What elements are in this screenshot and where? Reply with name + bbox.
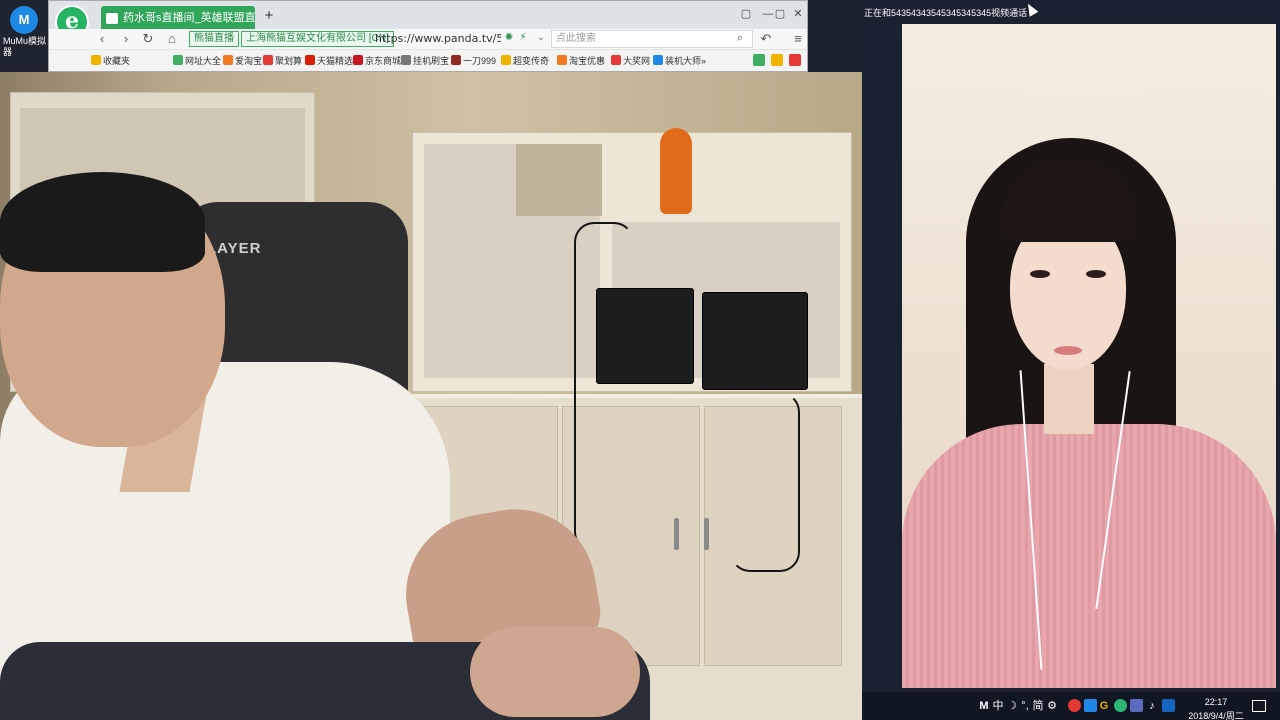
person-neck [1044, 364, 1094, 434]
tray-punct-icon[interactable]: °, [1018, 698, 1032, 714]
video-call-window: 正在和54354343545345345345视频通话 [862, 0, 1280, 692]
bookmark-item[interactable]: 大奖网 [611, 54, 650, 68]
call-title: 正在和54354343545345345345视频通话 [864, 8, 1028, 18]
video-call-feed [902, 24, 1276, 688]
game-icon [401, 55, 411, 65]
certificate-badge[interactable]: 上海熊猫互娱文化有限公司 [CN] [241, 31, 394, 47]
taobao-icon [223, 55, 233, 65]
bookmark-item[interactable]: 装机大师 [653, 54, 701, 68]
cable [574, 222, 634, 552]
apps-icon[interactable] [753, 54, 765, 66]
game-icon [501, 55, 511, 65]
bookmark-item[interactable]: 淘宝优惠 [557, 54, 605, 68]
webcam-video: PLAYER [0, 72, 862, 720]
undo-close-button[interactable]: ↶ [757, 30, 775, 48]
person-eye [1086, 270, 1106, 278]
desktop-screen: PLAYER M MuMu模拟器 e 药水哥s直播间_英雄联盟直播_上 × + … [0, 0, 1280, 720]
tray-app-icon[interactable] [1130, 699, 1143, 712]
address-bar[interactable]: https://www.panda.tv/522 [375, 31, 501, 47]
dropdown-icon[interactable]: ⌄ [535, 32, 547, 44]
new-tab-button[interactable]: + [261, 8, 277, 24]
tray-wechat-icon[interactable] [1114, 699, 1127, 712]
tab-title: 药水哥s直播间_英雄联盟直播_上 [123, 12, 255, 24]
tray-audio-icon[interactable]: ♪ [1146, 698, 1158, 714]
orange-figure [660, 128, 692, 214]
streamer-hair [0, 172, 205, 272]
panda-favicon [106, 13, 118, 24]
juhuasuan-icon [263, 55, 273, 65]
bookmark-item[interactable]: 网址大全 [173, 54, 221, 68]
bookmark-item[interactable]: 天猫精选 [305, 54, 353, 68]
menu-button[interactable]: ≡ [789, 30, 807, 48]
bookmark-item[interactable]: 收藏夹 [91, 54, 130, 68]
bookshelf-compartment [516, 144, 602, 216]
bookmark-item[interactable]: 一刀999 [451, 54, 496, 68]
bookmark-item[interactable]: 爱淘宝 [223, 54, 262, 68]
extension-icon[interactable] [789, 54, 801, 66]
tab-strip: e 药水哥s直播间_英雄联盟直播_上 × + ▢ — ▢ ✕ [49, 1, 807, 39]
tray-app-icon[interactable] [1084, 699, 1097, 712]
bookmark-icon [173, 55, 183, 65]
browser-window: e 药水哥s直播间_英雄联盟直播_上 × + ▢ — ▢ ✕ ‹ › ↻ ⌂ 熊… [48, 0, 808, 72]
lottery-icon [611, 55, 621, 65]
site-badge[interactable]: 熊猫直播 [189, 31, 239, 47]
close-window-button[interactable]: ✕ [789, 6, 807, 22]
clock-time[interactable]: 22:17 [1191, 697, 1241, 707]
person-sweater [902, 424, 1276, 688]
streamer-hand [470, 627, 640, 717]
tray-ime-chinese[interactable]: 中 [992, 698, 1004, 714]
coupon-icon [557, 55, 567, 65]
tray-security-icon[interactable] [1068, 699, 1081, 712]
tray-network-icon[interactable] [1162, 699, 1175, 712]
game-icon [451, 55, 461, 65]
speaker-right [702, 292, 808, 390]
tray-moon-icon[interactable]: ☽ [1006, 698, 1018, 714]
person-lips [1054, 346, 1082, 355]
compat-mode-icon[interactable]: ✺ [503, 32, 515, 44]
cabinet-handle [674, 518, 679, 550]
bookmark-item[interactable]: 聚划算 [263, 54, 302, 68]
bookmarks-more[interactable]: » [701, 54, 706, 68]
bookmark-item[interactable]: 挂机刷宝 [401, 54, 449, 68]
cable [730, 392, 800, 572]
back-button[interactable]: ‹ [93, 30, 111, 48]
maximize-button[interactable]: ▢ [771, 6, 789, 22]
tray-input-icon[interactable]: M [978, 698, 990, 714]
forward-button[interactable]: › [117, 30, 135, 48]
search-input[interactable]: 点此搜索 [551, 30, 753, 48]
tab-active[interactable]: 药水哥s直播间_英雄联盟直播_上 × [101, 6, 255, 31]
skin-button[interactable]: ▢ [737, 6, 755, 22]
mumu-shortcut[interactable]: M MuMu模拟器 [0, 0, 48, 72]
bookmark-item[interactable]: 超变传奇 [501, 54, 549, 68]
document-icon [653, 55, 663, 65]
bookmark-item[interactable]: 京东商城 [353, 54, 401, 68]
extension-icon[interactable] [771, 54, 783, 66]
tray-settings-icon[interactable]: ⚙ [1046, 698, 1058, 714]
speed-mode-icon[interactable]: ⚡ [517, 32, 529, 44]
cabinet-handle [704, 518, 709, 550]
jd-icon [353, 55, 363, 65]
mumu-label[interactable]: MuMu模拟器 [3, 36, 47, 58]
tray-simplified-icon[interactable]: 简 [1032, 698, 1044, 714]
nav-bar: ‹ › ↻ ⌂ 熊猫直播 上海熊猫互娱文化有限公司 [CN] https://w… [49, 29, 807, 49]
person-eye [1030, 270, 1050, 278]
reload-button[interactable]: ↻ [139, 30, 157, 48]
search-icon[interactable]: ⌕ [737, 32, 743, 45]
home-button[interactable]: ⌂ [163, 30, 181, 48]
bookmarks-bar: 收藏夹 网址大全 爱淘宝 聚划算 天猫精选 京东商城 挂机刷宝 一刀999 超变… [49, 49, 807, 71]
mumu-icon[interactable]: M [10, 6, 38, 34]
notification-icon[interactable] [1252, 700, 1266, 712]
tray-g-icon[interactable]: G [1098, 698, 1110, 714]
clock-date[interactable]: 2018/9/4/周二 [1181, 709, 1251, 720]
tmall-icon [305, 55, 315, 65]
star-icon [91, 55, 101, 65]
